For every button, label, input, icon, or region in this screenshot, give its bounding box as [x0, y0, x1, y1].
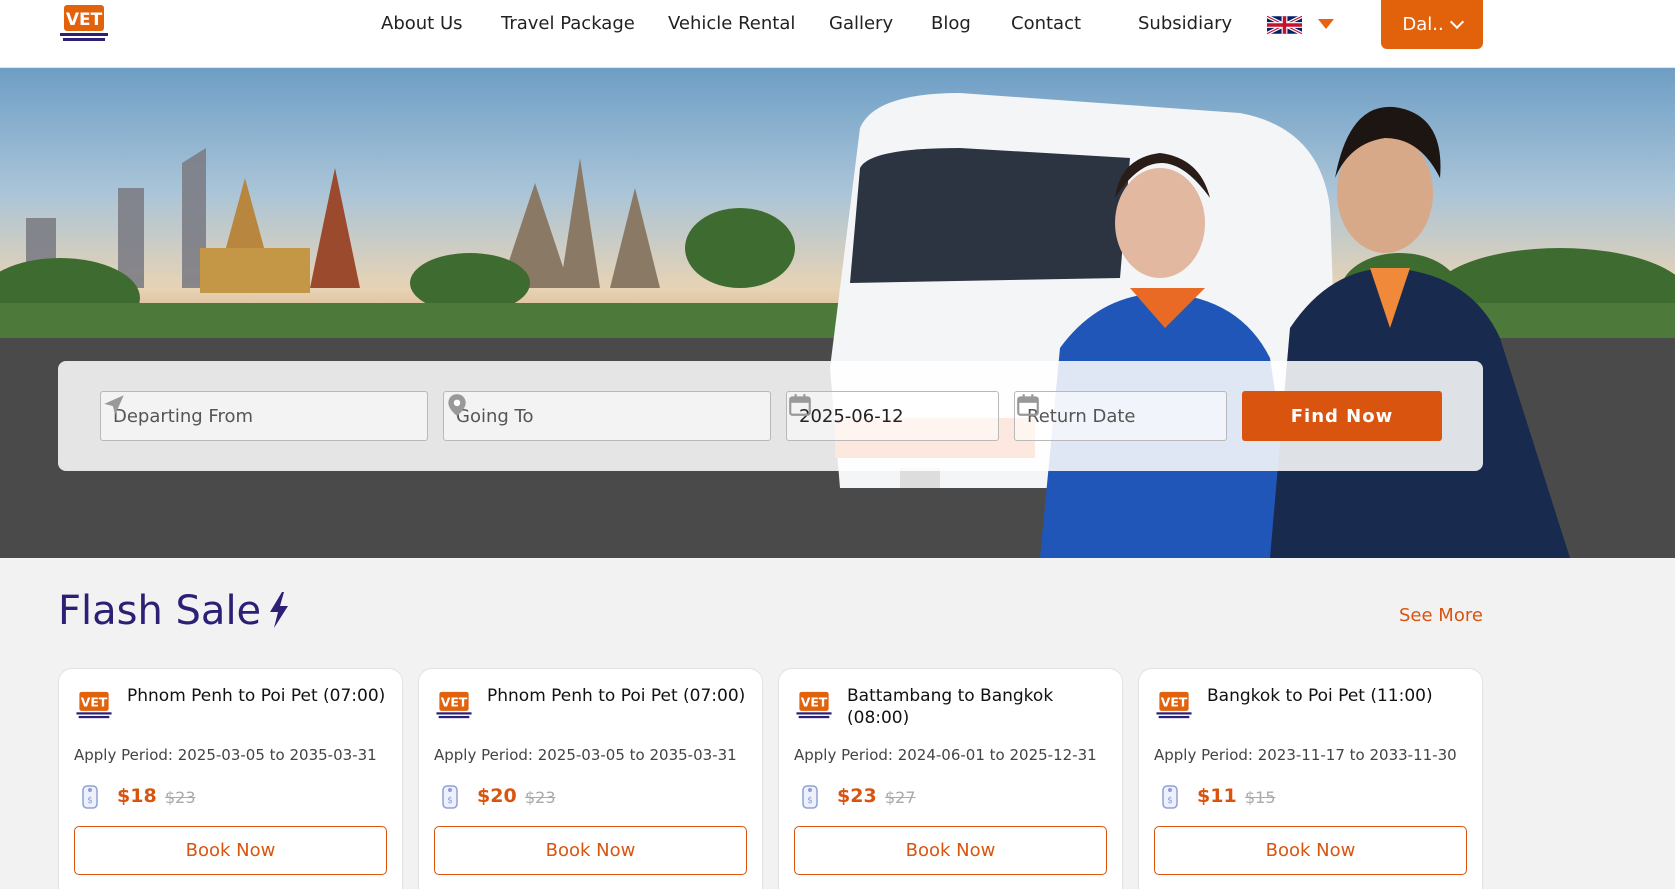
sale-price: $11 [1197, 785, 1237, 807]
vet-logo-icon: VET [436, 691, 472, 719]
search-panel: Departing From Going To 2025-06-12 Retur… [58, 361, 1483, 471]
depart-date-field[interactable]: 2025-06-12 [786, 391, 999, 441]
site-header: VET About Us Travel Package Vehicle Rent… [0, 0, 1675, 68]
flash-sale-title: Flash Sale [58, 588, 262, 634]
lightning-bolt-icon [270, 592, 288, 628]
apply-period: Apply Period: 2025-03-05 to 2035-03-31 [434, 746, 737, 764]
calendar-icon [789, 394, 811, 416]
svg-text:$: $ [87, 796, 93, 806]
chevron-down-icon [1449, 14, 1464, 30]
see-more-link[interactable]: See More [1399, 605, 1483, 626]
user-menu-button[interactable]: Dal.. [1381, 0, 1483, 49]
going-to-field[interactable]: Going To [443, 391, 771, 441]
return-date-placeholder: Return Date [1027, 405, 1136, 427]
svg-text:$: $ [447, 796, 453, 806]
price-tag-icon: $ [442, 785, 458, 809]
book-now-button[interactable]: Book Now [1154, 826, 1467, 875]
sale-price: $20 [477, 785, 517, 807]
vet-logo-icon: VET [76, 691, 112, 719]
language-caret-icon[interactable] [1318, 19, 1334, 29]
svg-text:VET: VET [1161, 694, 1188, 709]
price-tag-icon: $ [802, 785, 818, 809]
depart-date-value: 2025-06-12 [799, 405, 904, 427]
flash-sale-card: VET Bangkok to Poi Pet (11:00) Apply Per… [1138, 668, 1483, 889]
svg-text:$: $ [1167, 796, 1173, 806]
nav-about-us[interactable]: About Us [381, 13, 463, 34]
route-title: Bangkok to Poi Pet (11:00) [1207, 686, 1433, 706]
hero-illustration [0, 93, 1675, 558]
uk-flag-icon[interactable] [1267, 13, 1302, 37]
route-title: Phnom Penh to Poi Pet (07:00) [487, 686, 746, 706]
nav-contact[interactable]: Contact [1011, 13, 1081, 34]
book-now-button[interactable]: Book Now [434, 826, 747, 875]
price-tag-icon: $ [1162, 785, 1178, 809]
original-price: $23 [165, 788, 196, 807]
vet-logo-icon[interactable]: VET [58, 3, 110, 43]
map-pin-icon [448, 394, 466, 416]
sale-price: $23 [837, 785, 877, 807]
route-title: Battambang to Bangkok (08:00) [847, 686, 1054, 728]
flash-sale-card: VET Phnom Penh to Poi Pet (07:00) Apply … [418, 668, 763, 889]
book-now-button[interactable]: Book Now [794, 826, 1107, 875]
svg-text:VET: VET [801, 694, 828, 709]
svg-text:VET: VET [441, 694, 468, 709]
departing-from-placeholder: Departing From [113, 405, 254, 427]
vet-logo-icon: VET [1156, 691, 1192, 719]
route-title: Phnom Penh to Poi Pet (07:00) [127, 686, 386, 706]
svg-text:VET: VET [81, 694, 108, 709]
original-price: $15 [1245, 788, 1276, 807]
find-now-button[interactable]: Find Now [1242, 391, 1442, 441]
svg-text:VET: VET [66, 10, 103, 30]
apply-period: Apply Period: 2025-03-05 to 2035-03-31 [74, 746, 377, 764]
calendar-icon [1017, 394, 1039, 416]
book-now-button[interactable]: Book Now [74, 826, 387, 875]
original-price: $23 [525, 788, 556, 807]
vet-logo-icon: VET [796, 691, 832, 719]
navigation-arrow-icon [104, 395, 124, 415]
return-date-field[interactable]: Return Date [1014, 391, 1227, 441]
nav-vehicle-rental[interactable]: Vehicle Rental [668, 13, 795, 34]
original-price: $27 [885, 788, 916, 807]
flash-sale-card: VET Battambang to Bangkok (08:00) Apply … [778, 668, 1123, 889]
price-tag-icon: $ [82, 785, 98, 809]
sale-price: $18 [117, 785, 157, 807]
nav-gallery[interactable]: Gallery [829, 13, 893, 34]
apply-period: Apply Period: 2023-11-17 to 2033-11-30 [1154, 746, 1457, 764]
user-menu-label: Dal.. [1402, 14, 1444, 35]
apply-period: Apply Period: 2024-06-01 to 2025-12-31 [794, 746, 1097, 764]
nav-blog[interactable]: Blog [931, 13, 971, 34]
nav-subsidiary[interactable]: Subsidiary [1138, 13, 1232, 34]
flash-sale-card: VET Phnom Penh to Poi Pet (07:00) Apply … [58, 668, 403, 889]
hero-banner: Departing From Going To 2025-06-12 Retur… [0, 68, 1675, 558]
nav-travel-package[interactable]: Travel Package [501, 13, 635, 34]
departing-from-field[interactable]: Departing From [100, 391, 428, 441]
svg-text:$: $ [807, 796, 813, 806]
